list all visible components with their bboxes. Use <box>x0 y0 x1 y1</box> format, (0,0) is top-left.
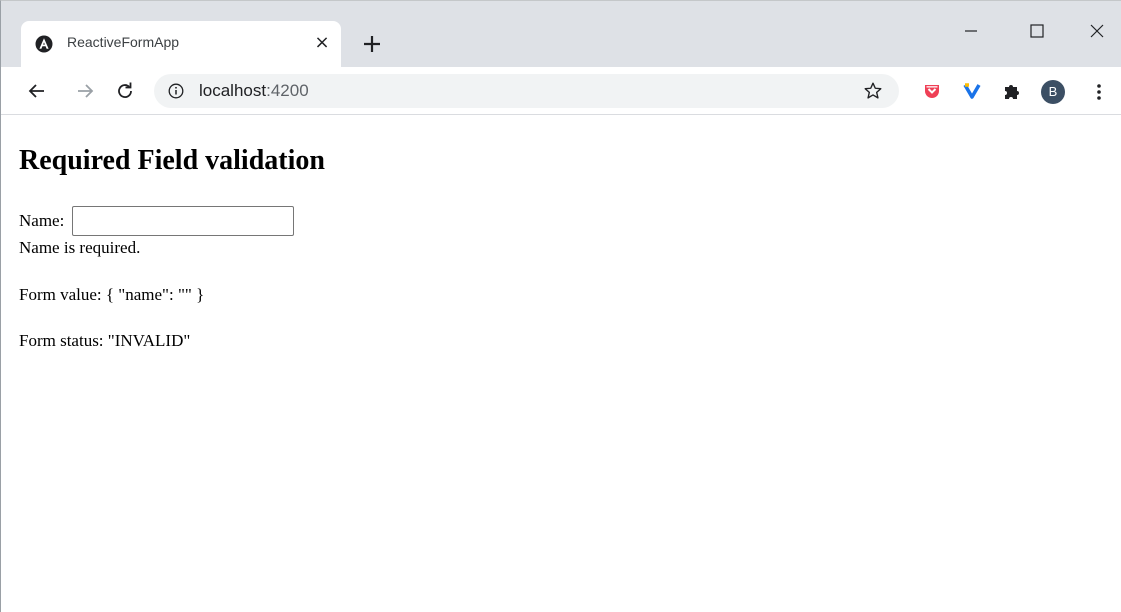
profile-avatar[interactable]: B <box>1041 80 1065 104</box>
close-icon[interactable] <box>1085 19 1109 43</box>
address-bar[interactable]: localhost:4200 <box>154 74 899 108</box>
puzzle-icon[interactable] <box>1001 80 1023 102</box>
form-value-text: Form value: { "name": "" } <box>19 285 205 304</box>
maximize-icon[interactable] <box>1025 19 1049 43</box>
url-port: :4200 <box>266 81 309 100</box>
browser-window: ReactiveFormApp × localhost:4200 B Requi… <box>0 0 1121 612</box>
reload-icon[interactable] <box>113 79 137 103</box>
angular-logo-icon <box>35 35 53 53</box>
url-host: localhost <box>199 81 267 100</box>
name-label: Name: <box>19 211 65 230</box>
kebab-menu-icon[interactable] <box>1089 80 1109 104</box>
name-input[interactable] <box>71 206 294 236</box>
tab-close-icon[interactable]: × <box>311 32 333 54</box>
minimize-icon[interactable] <box>959 19 983 43</box>
back-arrow-icon[interactable] <box>25 79 49 103</box>
tab-reactiveformapp[interactable]: ReactiveFormApp × <box>21 21 341 67</box>
pocket-icon[interactable] <box>921 80 943 102</box>
browser-toolbar: localhost:4200 <box>1 67 1121 115</box>
form-status-text: Form status: "INVALID" <box>19 331 191 350</box>
name-required-error: Name is required. <box>19 238 141 257</box>
star-icon[interactable] <box>862 80 884 102</box>
name-row: Name: <box>19 206 294 236</box>
tab-strip: ReactiveFormApp × <box>1 1 1121 67</box>
page-title: Required Field validation <box>19 145 325 176</box>
url-text: localhost:4200 <box>199 81 309 101</box>
page-content: Required Field validation Name: Name is … <box>1 116 1121 612</box>
forward-arrow-icon[interactable] <box>73 79 97 103</box>
vee-extension-icon[interactable] <box>961 80 983 102</box>
tab-title: ReactiveFormApp <box>67 34 180 50</box>
plus-icon[interactable] <box>359 31 385 57</box>
info-icon[interactable] <box>168 83 184 99</box>
